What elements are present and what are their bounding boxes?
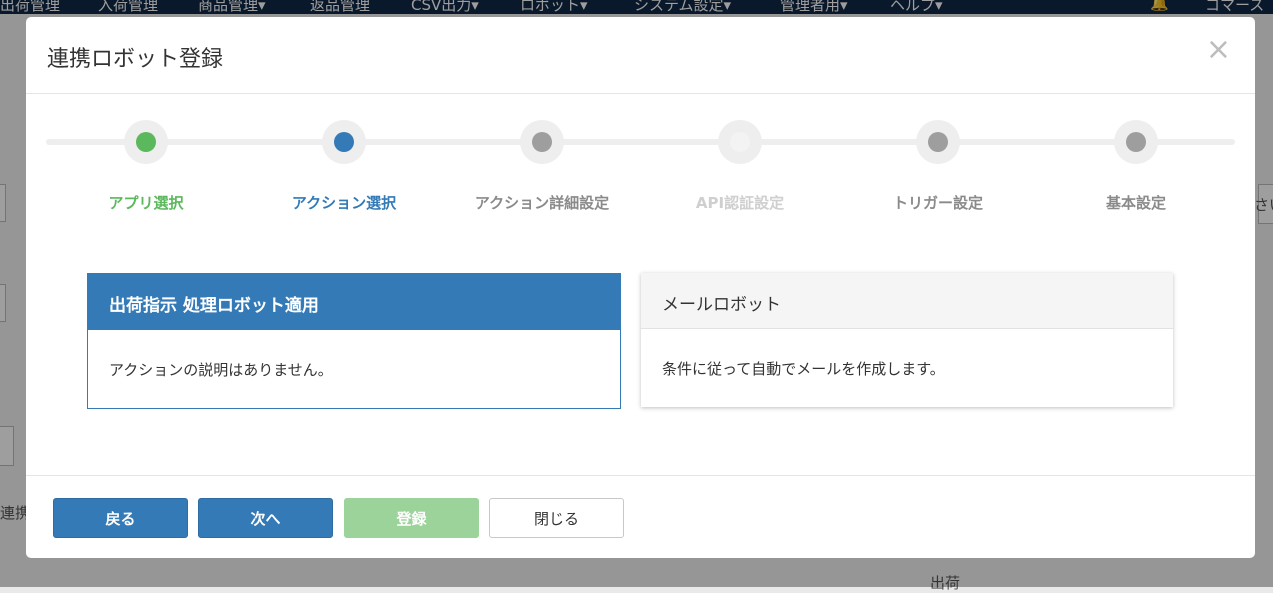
close-button[interactable]: 閉じる xyxy=(489,498,624,538)
step-label: アプリ選択 xyxy=(108,194,184,212)
step-disabled-dot xyxy=(730,132,750,152)
step-current-dot xyxy=(334,132,354,152)
modal-header: 連携ロボット登録 × xyxy=(26,17,1255,94)
step-label: 基本設定 xyxy=(1105,194,1166,212)
step-track xyxy=(46,139,1235,145)
action-card-description: 条件に従って自動でメールを作成します。 xyxy=(662,360,945,378)
back-button[interactable]: 戻る xyxy=(53,498,188,538)
action-card-title: メールロボット xyxy=(662,295,781,315)
step-label: アクション詳細設定 xyxy=(474,194,610,212)
step-todo-dot xyxy=(532,132,552,152)
step-todo-dot xyxy=(928,132,948,152)
step-label: アクション選択 xyxy=(291,194,397,212)
action-card-description: アクションの説明はありません。 xyxy=(109,361,333,379)
close-icon[interactable]: × xyxy=(1206,35,1231,65)
action-card-mail-robot[interactable]: メールロボット 条件に従って自動でメールを作成します。 xyxy=(641,273,1173,407)
step-label: API認証設定 xyxy=(695,194,785,212)
robot-registration-modal: 連携ロボット登録 × アプリ選択 アクション選択 アクション詳細設定 API認証… xyxy=(26,17,1255,558)
modal-title: 連携ロボット登録 xyxy=(47,47,224,72)
step-todo-dot xyxy=(1126,132,1146,152)
step-label: トリガー設定 xyxy=(892,194,983,212)
step-progress: アプリ選択 アクション選択 アクション詳細設定 API認証設定 トリガー設定 基… xyxy=(26,117,1255,227)
action-card-shipping-robot[interactable]: 出荷指示 処理ロボット適用 アクションの説明はありません。 xyxy=(87,273,621,409)
step-done-dot xyxy=(136,132,156,152)
action-card-title: 出荷指示 処理ロボット適用 xyxy=(109,296,319,316)
next-button[interactable]: 次へ xyxy=(198,498,333,538)
modal-footer: 戻る 次へ 登録 閉じる xyxy=(26,475,1255,558)
register-button[interactable]: 登録 xyxy=(344,498,479,538)
